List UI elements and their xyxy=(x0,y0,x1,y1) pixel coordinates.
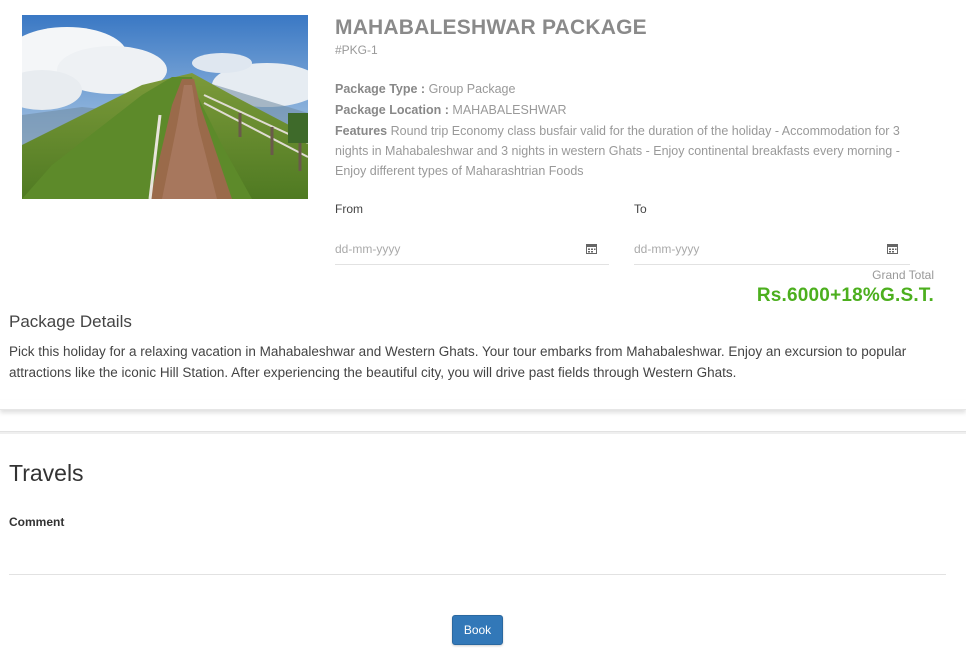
package-details-text: Pick this holiday for a relaxing vacatio… xyxy=(9,344,907,380)
package-info: MAHABALESHWAR PACKAGE #PKG-1 Package Typ… xyxy=(335,15,935,181)
package-location-row: Package Location : MAHABALESHWAR xyxy=(335,100,935,121)
package-details-heading: Package Details xyxy=(9,312,132,331)
travels-heading: Travels xyxy=(9,460,84,486)
to-date-placeholder: dd-mm-yyyy xyxy=(634,241,700,256)
section-divider xyxy=(0,431,966,434)
package-features: Features Round trip Economy class busfai… xyxy=(335,121,933,181)
package-meta: Package Type : Group Package Package Loc… xyxy=(335,79,935,120)
package-type-row: Package Type : Group Package xyxy=(335,79,935,100)
to-label: To xyxy=(634,202,647,216)
book-button[interactable]: Book xyxy=(452,615,503,645)
package-title: MAHABALESHWAR PACKAGE xyxy=(335,16,647,39)
features-value: Round trip Economy class busfair valid f… xyxy=(335,124,900,178)
package-photo xyxy=(22,15,308,199)
grand-total-label: Grand Total xyxy=(872,268,934,282)
from-date-placeholder: dd-mm-yyyy xyxy=(335,241,401,256)
comment-input[interactable] xyxy=(9,540,946,575)
package-location-value: MAHABALESHWAR xyxy=(452,102,567,117)
to-date-input[interactable]: dd-mm-yyyy xyxy=(634,233,910,265)
calendar-icon[interactable] xyxy=(887,243,898,254)
from-label: From xyxy=(335,202,363,216)
comment-label: Comment xyxy=(9,515,65,529)
package-type-label: Package Type : xyxy=(335,82,426,96)
calendar-icon[interactable] xyxy=(586,243,597,254)
package-type-value: Group Package xyxy=(428,82,516,96)
package-location-label: Package Location : xyxy=(335,102,449,117)
grand-total-value: Rs.6000+18%G.S.T. xyxy=(756,285,934,306)
from-date-input[interactable]: dd-mm-yyyy xyxy=(335,233,609,265)
package-code: #PKG-1 xyxy=(335,43,378,57)
section-divider xyxy=(0,400,966,410)
features-label: Features xyxy=(335,124,388,138)
